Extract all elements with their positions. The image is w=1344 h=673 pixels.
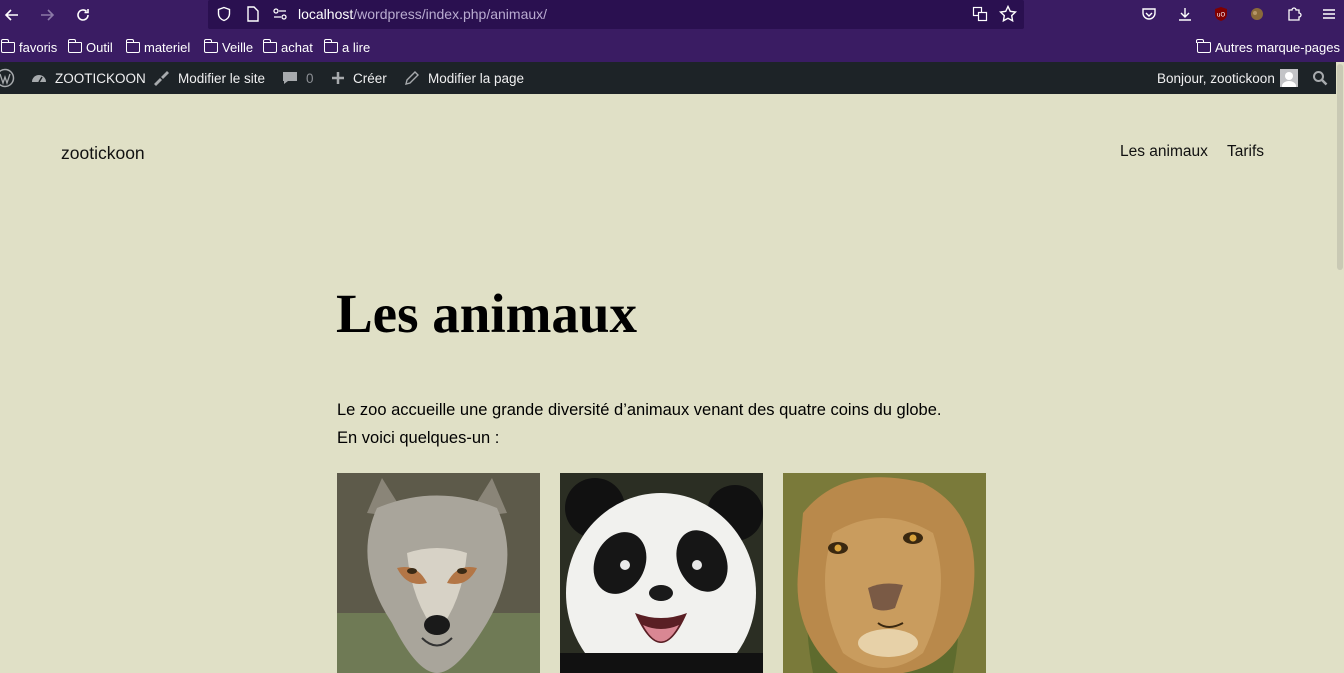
reload-icon[interactable] [72,4,94,26]
folder-icon [0,38,15,53]
browser-toolbar: localhost/wordpress/index.php/animaux/ u… [0,0,1344,30]
shield-icon[interactable] [215,5,233,23]
intro-paragraph: Le zoo accueille une grande diversité d’… [337,401,942,447]
adminbar-new[interactable]: Créer [331,62,387,94]
wolf-photo[interactable] [337,473,540,673]
avatar [1279,69,1298,87]
scrollbar-thumb[interactable] [1337,64,1343,270]
comment-icon [282,70,298,86]
nav-link-tarifs[interactable]: Tarifs [1227,143,1264,161]
adminbar-edit-page[interactable]: Modifier la page [404,62,524,94]
folder-icon [67,38,82,53]
bookmark-folder[interactable]: a lire [323,38,370,55]
url-path: /wordpress/index.php/animaux/ [353,6,548,22]
adminbar-comments[interactable]: 0 [282,62,314,94]
svg-text:uO: uO [1217,12,1226,19]
search-icon[interactable] [1312,62,1328,94]
bookmark-folder[interactable]: Outil [67,38,113,55]
translate-icon[interactable] [971,5,989,23]
back-arrow-icon[interactable] [1,4,23,26]
site-title[interactable]: zootickoon [61,143,145,164]
pocket-icon[interactable] [1139,4,1159,24]
folder-icon [262,38,277,53]
bookmarks-bar: favoris Outil materiel Veille achat a li… [0,30,1344,62]
bookmark-folder[interactable]: Veille [203,38,253,55]
url-host: localhost [298,6,354,22]
nav-link-les-animaux[interactable]: Les animaux [1120,143,1208,161]
plus-icon [331,71,345,85]
adminbar-edit-site[interactable]: Modifier le site [152,62,265,94]
page-icon[interactable] [244,5,262,23]
page-title: Les animaux [336,283,638,344]
extension-icon[interactable] [1247,4,1267,24]
folder-icon [1196,38,1211,53]
page-scrollbar[interactable] [1336,62,1344,673]
url-bar[interactable]: localhost/wordpress/index.php/animaux/ [208,0,1024,29]
brush-icon [152,70,170,86]
star-icon[interactable] [999,5,1017,23]
other-bookmarks[interactable]: Autres marque-pages [1196,38,1340,55]
dashboard-icon [31,70,47,86]
bookmark-folder[interactable]: favoris [0,38,57,55]
wp-admin-bar: ZOOTICKOON Modifier le site 0 Créer Modi… [0,62,1344,94]
folder-icon [125,38,140,53]
ublock-icon[interactable]: uO [1211,4,1231,24]
site-permissions-icon[interactable] [271,5,289,23]
url-text[interactable]: localhost/wordpress/index.php/animaux/ [298,6,547,22]
panda-photo[interactable] [560,473,763,673]
extensions-puzzle-icon[interactable] [1284,4,1304,24]
adminbar-account[interactable]: Bonjour, zootickoon [1157,62,1298,94]
menu-icon[interactable] [1319,4,1339,24]
bookmark-folder[interactable]: materiel [125,38,190,55]
bookmark-folder[interactable]: achat [262,38,313,55]
folder-icon [203,38,218,53]
forward-arrow-icon[interactable] [36,4,58,26]
download-icon[interactable] [1175,4,1195,24]
lion-photo[interactable] [783,473,986,673]
adminbar-site-name[interactable]: ZOOTICKOON [31,62,146,94]
pencil-icon [404,70,420,86]
folder-icon [323,38,338,53]
wordpress-logo-icon[interactable] [0,62,15,94]
